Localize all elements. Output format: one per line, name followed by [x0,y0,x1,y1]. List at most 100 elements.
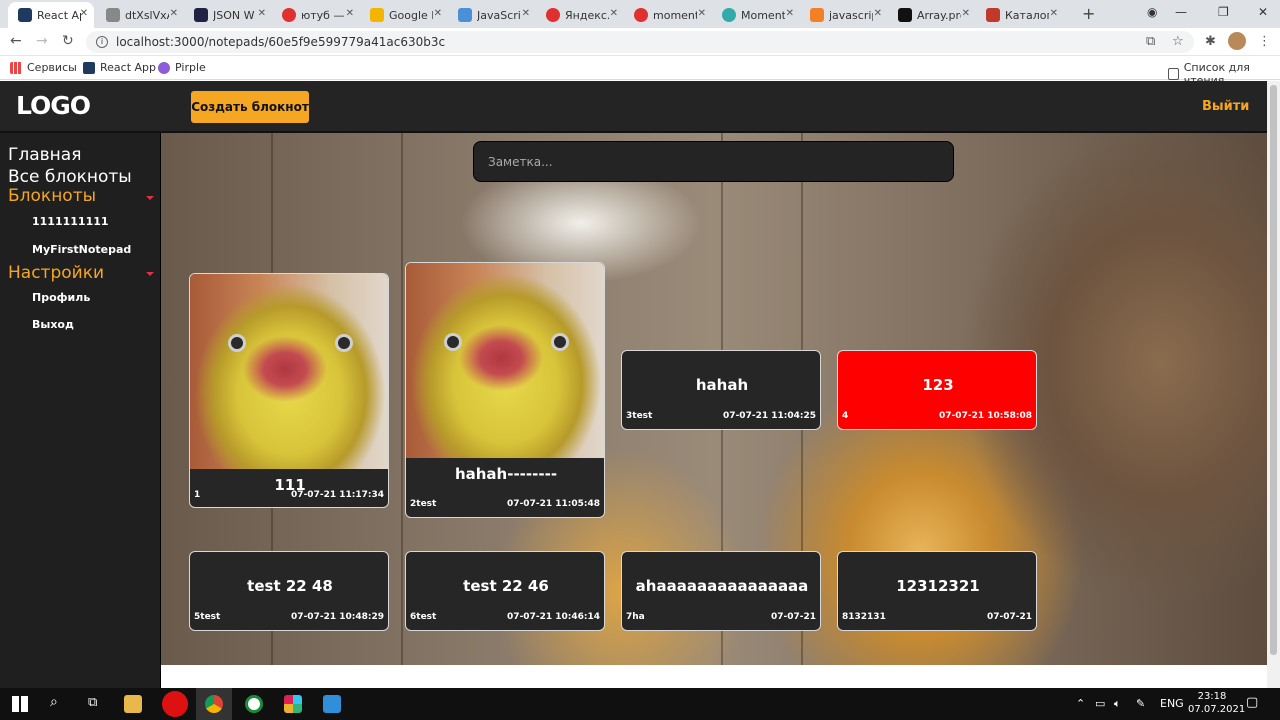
network-icon[interactable]: ▭ [1095,697,1105,710]
back-icon[interactable]: ← [10,33,22,49]
tab-item[interactable]: ютуб — ✕ [272,2,360,28]
close-icon[interactable]: ✕ [80,8,88,19]
sidebar-item-home[interactable]: Главная [8,145,81,165]
scrollbar-thumb[interactable] [1270,85,1277,655]
sidebar-item-exit[interactable]: Выход [32,318,74,331]
note-card[interactable]: hahah 3test 07-07-21 11:04:25 [621,350,821,430]
close-window-icon[interactable]: ✕ [1258,5,1268,19]
page-footer-area [161,665,1267,688]
opera-icon[interactable] [162,691,188,717]
tab-item[interactable]: Array.pro✕ [888,2,976,28]
close-icon[interactable]: ✕ [258,8,266,19]
translate-icon[interactable]: ⧉ [1146,34,1155,49]
reading-list-icon [1168,68,1179,80]
page-scrollbar[interactable] [1267,81,1280,688]
close-icon[interactable]: ✕ [874,8,882,19]
volume-icon[interactable]: 🔈︎ [1114,697,1121,711]
star-icon[interactable]: ☆ [1172,34,1184,49]
whatsapp-icon[interactable] [245,695,263,713]
chrome-icon[interactable] [205,695,223,713]
tab-item[interactable]: Каталог ✕ [976,2,1064,28]
task-view-icon[interactable]: ⧉ [88,695,97,710]
close-icon[interactable]: ✕ [786,8,794,19]
note-title: 123 [922,376,954,394]
file-explorer-icon[interactable] [124,695,142,713]
note-card[interactable]: 12312321 8132131 07-07-21 [837,551,1037,631]
close-icon[interactable]: ✕ [962,8,970,19]
url-field[interactable]: i localhost:3000/notepads/60e5f9e599779a4… [86,31,1194,53]
slack-icon[interactable] [284,695,302,713]
tray-chevron-icon[interactable]: ⌃ [1076,697,1085,710]
tab-item[interactable]: JavaScri ✕ [448,2,536,28]
note-number: 7ha [626,612,645,622]
info-icon[interactable]: i [96,36,108,48]
tab-item[interactable]: moment ✕ [624,2,712,28]
restore-icon[interactable]: ❐ [1218,5,1229,19]
note-card[interactable]: 123 4 07-07-21 10:58:08 [837,350,1037,430]
new-tab-icon[interactable]: + [1082,4,1095,23]
search-icon[interactable]: ⌕ [50,694,58,710]
close-icon[interactable]: ✕ [610,8,618,19]
language-indicator[interactable]: ENG [1160,697,1184,710]
note-card[interactable]: 111 1 07-07-21 11:17:34 [189,273,389,508]
vscode-icon[interactable] [323,695,341,713]
bookmark-services[interactable]: Сервисы [10,61,77,74]
logo[interactable]: LOGO [16,91,91,120]
tab-favicon-icon [194,8,208,22]
tab-label: JSON W [213,8,255,22]
bookmark-react-app[interactable]: React App [83,61,156,74]
sidebar-item-profile[interactable]: Профиль [32,291,90,304]
bookmark-label: Pirple [175,61,206,74]
chevron-down-icon[interactable] [146,272,154,276]
bookmark-pirple[interactable]: Pirple [158,61,206,74]
sidebar-section-settings[interactable]: Настройки [8,263,104,283]
logout-link[interactable]: Выйти [1202,99,1249,114]
note-title: 12312321 [896,577,980,595]
create-notepad-button[interactable]: Создать блокнот [191,91,309,123]
close-icon[interactable]: ✕ [434,8,442,19]
sidebar-item-notepad[interactable]: 1111111111 [32,215,109,228]
note-title: hahah [695,376,749,394]
tab-item[interactable]: Яндекс.Л✕ [536,2,624,28]
note-card[interactable]: hahah-------- 2test 07-07-21 11:05:48 [405,262,605,518]
tab-favicon-icon [546,8,560,22]
chevron-down-icon[interactable] [146,196,154,200]
note-date: 07-07-21 10:46:14 [507,612,600,622]
extensions-icon[interactable]: ✱ [1205,34,1216,49]
reload-icon[interactable]: ↻ [62,33,74,49]
windows-start-icon[interactable] [12,696,28,712]
note-card[interactable]: test 22 48 5test 07-07-21 10:48:29 [189,551,389,631]
tab-search-icon[interactable]: ◉ [1147,5,1157,19]
note-card[interactable]: ahaaaaaaaaaaaaaaa 7ha 07-07-21 [621,551,821,631]
tab-favicon-icon [370,8,384,22]
minimize-icon[interactable]: — [1175,5,1187,19]
forward-icon[interactable]: → [36,33,48,49]
close-icon[interactable]: ✕ [1050,8,1058,19]
sidebar-item-all-notepads[interactable]: Все блокноты [8,167,132,187]
close-icon[interactable]: ✕ [346,8,354,19]
tab-label: Moment [741,8,785,22]
note-search-input[interactable]: Заметка... [473,141,954,182]
tab-item[interactable]: dtXslVxA✕ [96,2,184,28]
app-header: LOGO Создать блокнот Выйти [0,81,1267,133]
profile-avatar[interactable] [1228,32,1246,50]
menu-icon[interactable]: ⋮ [1258,34,1271,49]
tab-item[interactable]: Google К✕ [360,2,448,28]
pen-icon[interactable]: ✎ [1136,697,1145,710]
tab-item[interactable]: javascrip✕ [800,2,888,28]
close-icon[interactable]: ✕ [522,8,530,19]
close-icon[interactable]: ✕ [170,8,178,19]
bird-eye [551,333,569,351]
note-card[interactable]: test 22 46 6test 07-07-21 10:46:14 [405,551,605,631]
tab-item[interactable]: Moment ✕ [712,2,800,28]
tab-item[interactable]: JSON W ✕ [184,2,272,28]
tab-favicon-icon [810,8,824,22]
sidebar-item-notepad[interactable]: MyFirstNotepad [32,243,131,256]
tab-react-app[interactable]: React App✕ [8,2,94,28]
bird-eye [335,334,353,352]
notifications-icon[interactable]: ▢ [1246,695,1258,710]
system-clock[interactable]: 23:18 07.07.2021 [1188,690,1245,716]
sidebar-section-notepads[interactable]: Блокноты [8,186,96,206]
note-image [406,263,604,458]
close-icon[interactable]: ✕ [698,8,706,19]
